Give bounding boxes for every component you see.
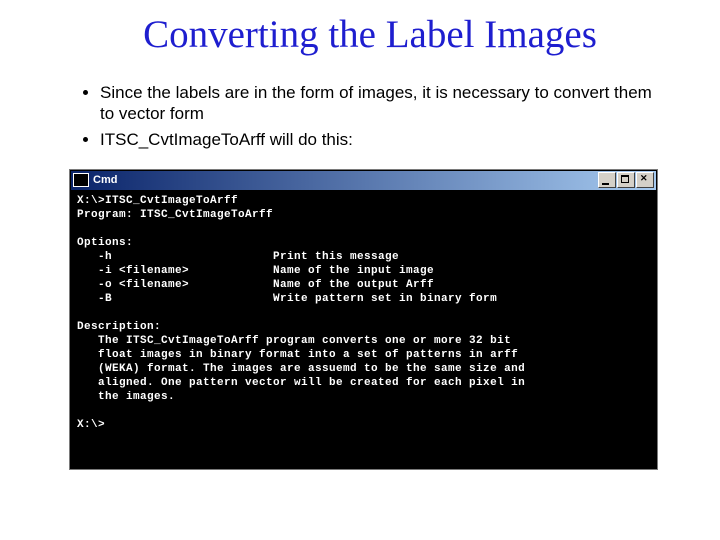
cmd-icon [73,173,89,187]
console-output: X:\>ITSC_CvtImageToArff Program: ITSC_Cv… [71,190,656,468]
close-button[interactable] [636,172,654,188]
window-title: Cmd [93,174,117,186]
bullet-item: Since the labels are in the form of imag… [100,82,670,125]
titlebar-left: Cmd [73,173,117,187]
slide-title: Converting the Label Images [70,12,670,57]
bullet-list: Since the labels are in the form of imag… [70,82,670,150]
titlebar: Cmd [71,171,656,190]
bullet-item: ITSC_CvtImageToArff will do this: [100,129,670,150]
minimize-button[interactable] [598,172,616,188]
maximize-button[interactable] [617,172,635,188]
window-buttons [598,172,654,188]
cmd-window: Cmd X:\>ITSC_CvtImageToArff Program: ITS… [70,170,657,469]
slide: Converting the Label Images Since the la… [0,0,720,540]
